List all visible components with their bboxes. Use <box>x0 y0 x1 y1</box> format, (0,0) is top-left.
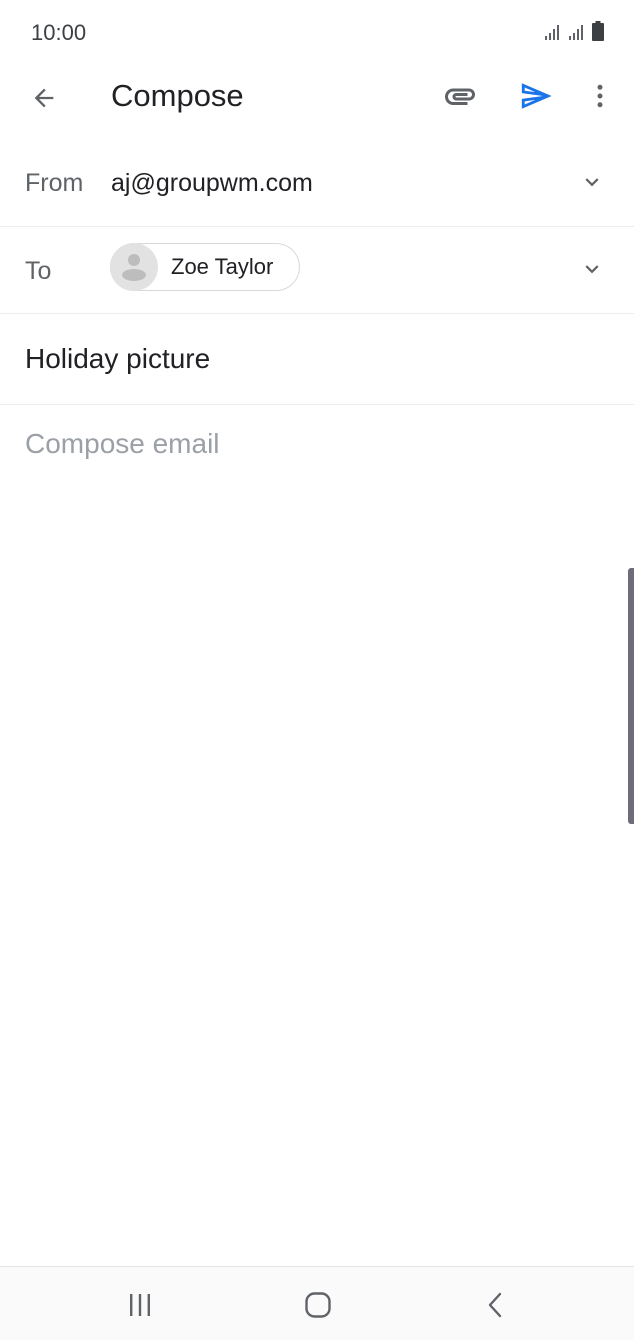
signal-icon <box>545 25 559 40</box>
from-label: From <box>25 169 84 197</box>
send-button[interactable] <box>514 76 558 116</box>
more-options-button[interactable] <box>584 76 616 116</box>
to-label: To <box>25 257 52 285</box>
recipient-name: Zoe Taylor <box>171 254 274 279</box>
recents-button[interactable] <box>116 1285 164 1325</box>
subject-field[interactable]: Holiday picture <box>25 343 210 375</box>
from-expand-button[interactable] <box>574 164 610 200</box>
page-title: Compose <box>111 78 244 113</box>
subject-row[interactable]: Holiday picture <box>0 314 634 405</box>
paperclip-icon <box>445 88 475 105</box>
status-icons <box>544 21 604 41</box>
nav-back-button[interactable] <box>472 1285 520 1325</box>
battery-icon <box>592 21 604 41</box>
signal-icon-2 <box>569 25 583 40</box>
send-icon <box>521 83 552 109</box>
from-account[interactable]: aj@groupwm.com <box>111 169 313 198</box>
avatar <box>110 243 158 291</box>
more-vertical-icon <box>597 84 603 108</box>
back-button[interactable] <box>24 78 64 118</box>
app-bar: Compose <box>0 64 634 128</box>
recents-icon <box>130 1294 150 1316</box>
recipient-chip[interactable]: Zoe Taylor <box>110 243 300 291</box>
home-button[interactable] <box>294 1285 342 1325</box>
home-icon <box>305 1292 331 1318</box>
from-row: From aj@groupwm.com <box>0 140 634 227</box>
compose-screen: 10:00 Compose From aj@groupwm.com To Zoe… <box>0 0 634 1340</box>
nav-back-icon <box>488 1292 502 1318</box>
status-bar: 10:00 <box>0 0 634 64</box>
attach-button[interactable] <box>438 76 482 116</box>
to-expand-button[interactable] <box>574 251 610 287</box>
chevron-down-icon <box>585 265 599 274</box>
compose-body-field[interactable]: Compose email <box>25 428 605 460</box>
arrow-back-icon <box>34 88 54 108</box>
to-row: To Zoe Taylor <box>0 227 634 314</box>
navigation-bar <box>0 1266 634 1340</box>
chevron-down-icon <box>585 178 599 187</box>
status-time: 10:00 <box>31 20 87 45</box>
person-icon <box>122 254 146 281</box>
scrollbar[interactable] <box>628 568 634 824</box>
